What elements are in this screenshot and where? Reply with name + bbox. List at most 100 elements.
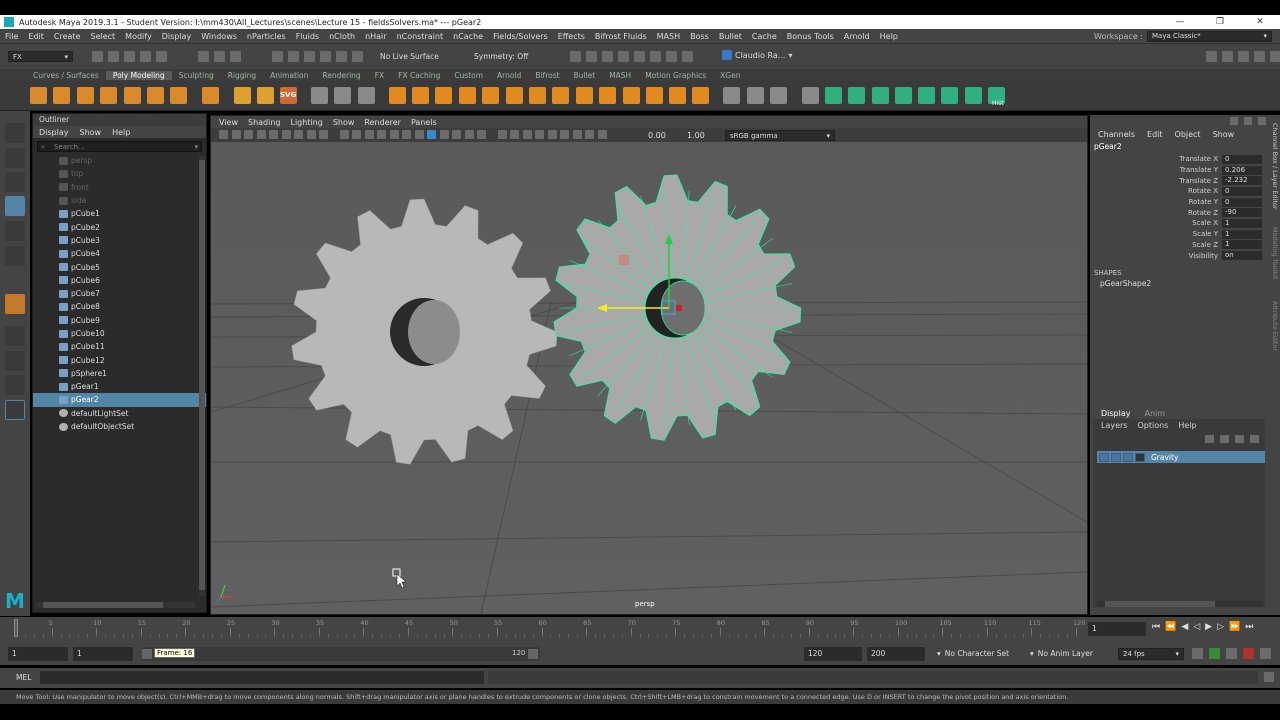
toolbar-tool-icon[interactable] xyxy=(230,51,241,62)
shelf-tab-bifrost[interactable]: Bifrost xyxy=(528,71,566,80)
live-surface-label[interactable]: No Live Surface xyxy=(380,52,439,61)
outliner-item-front[interactable]: front xyxy=(33,181,206,194)
menu-select[interactable]: Select xyxy=(85,32,120,41)
channel-menu-show[interactable]: Show xyxy=(1213,130,1235,139)
viewport-menu-renderer[interactable]: Renderer xyxy=(364,118,401,127)
playback-options-icon[interactable] xyxy=(1226,648,1237,659)
toolbar-tool-icon[interactable] xyxy=(92,51,103,62)
toolbar-tool-icon[interactable] xyxy=(124,51,135,62)
menu-modify[interactable]: Modify xyxy=(120,32,157,41)
four-pane-icon[interactable] xyxy=(5,351,25,371)
channel-row-scale-y[interactable]: Scale Y 1 xyxy=(1090,229,1270,240)
viewport-tool-icon[interactable] xyxy=(535,130,544,139)
channel-row-translate-z[interactable]: Translate Z -2.232 xyxy=(1090,175,1270,186)
channel-row-rotate-x[interactable]: Rotate X 0 xyxy=(1090,186,1270,197)
channel-menu-edit[interactable]: Edit xyxy=(1147,130,1163,139)
exposure-field[interactable]: 0.00 xyxy=(648,131,666,140)
outliner-item-pgear2[interactable]: pGear2 xyxy=(33,393,206,407)
channel-value[interactable]: 0 xyxy=(1222,197,1262,207)
outliner-item-pcube10[interactable]: pCube10 xyxy=(33,327,206,340)
outliner-item-persp[interactable]: persp xyxy=(33,154,206,167)
command-input[interactable] xyxy=(40,671,484,684)
workspace-dropdown[interactable]: Maya Classic* ▾ xyxy=(1147,30,1272,42)
shelf-tool-icon[interactable] xyxy=(646,87,663,104)
side-tab-channel-box[interactable]: Channel Box / Layer Editor xyxy=(1271,123,1279,210)
select-tool-icon[interactable] xyxy=(5,123,25,143)
layer-menu-options[interactable]: Options xyxy=(1137,421,1168,430)
channel-menu-object[interactable]: Object xyxy=(1175,130,1201,139)
side-tab-attribute-editor[interactable]: Attribute Editor xyxy=(1271,301,1279,351)
layer-color-icon[interactable] xyxy=(1135,452,1145,462)
end-time-field[interactable]: 200 xyxy=(867,647,925,661)
shelf-tool-icon[interactable] xyxy=(100,87,117,104)
shelf-tool-icon[interactable] xyxy=(358,87,375,104)
toolbar-tool-icon[interactable] xyxy=(304,51,315,62)
toolbar-tool-icon[interactable] xyxy=(1254,51,1265,62)
pin-icon[interactable] xyxy=(1230,117,1238,125)
shelf-tab-xgen[interactable]: XGen xyxy=(713,71,747,80)
menu-nhair[interactable]: nHair xyxy=(360,32,392,41)
toolbar-tool-icon[interactable] xyxy=(682,51,693,62)
shelf-tool-icon[interactable] xyxy=(692,87,709,104)
viewport-tool-icon[interactable] xyxy=(585,130,594,139)
viewport-tool-icon[interactable] xyxy=(547,130,557,139)
shelf-tool-icon[interactable] xyxy=(552,87,569,104)
viewport-menu-shading[interactable]: Shading xyxy=(248,118,281,127)
time-slider-playhead[interactable] xyxy=(14,619,18,637)
menu-nconstraint[interactable]: nConstraint xyxy=(392,32,449,41)
fps-dropdown[interactable]: 24 fps ▾ xyxy=(1118,648,1184,660)
channel-value[interactable]: on xyxy=(1222,251,1262,261)
menu-cache[interactable]: Cache xyxy=(747,32,782,41)
outliner-hscrollbar[interactable] xyxy=(35,602,195,608)
toolbar-tool-icon[interactable] xyxy=(336,51,347,62)
layer-menu-layers[interactable]: Layers xyxy=(1101,421,1127,430)
channel-value[interactable]: 0 xyxy=(1222,186,1262,196)
viewport-tool-icon[interactable] xyxy=(427,130,436,139)
outliner-item-pcube8[interactable]: pCube8 xyxy=(33,300,206,313)
menu-bonus-tools[interactable]: Bonus Tools xyxy=(782,32,839,41)
toolbar-tool-icon[interactable] xyxy=(1222,51,1233,62)
outliner-item-pcube5[interactable]: pCube5 xyxy=(33,260,206,273)
toolbar-tool-icon[interactable] xyxy=(618,51,629,62)
menu-ncloth[interactable]: nCloth xyxy=(324,32,360,41)
viewport-tool-icon[interactable] xyxy=(377,130,386,139)
3d-viewport[interactable]: persp xyxy=(211,142,1087,614)
toolbar-tool-icon[interactable] xyxy=(570,51,581,62)
toolbar-tool-icon[interactable] xyxy=(1238,51,1249,62)
viewport-tool-icon[interactable] xyxy=(497,130,507,139)
step-forward-frame-icon[interactable]: ▷ xyxy=(1217,622,1224,632)
anim-layer[interactable]: ▾ No Anim Layer xyxy=(1030,649,1093,658)
channel-value[interactable]: 0 xyxy=(1222,154,1262,164)
go-to-start-icon[interactable]: ⏮ xyxy=(1152,622,1160,632)
viewport-tool-icon[interactable] xyxy=(256,130,266,139)
viewport-tool-icon[interactable] xyxy=(510,130,519,139)
viewport-tool-icon[interactable] xyxy=(219,130,228,139)
shelf-tool-icon[interactable] xyxy=(234,87,251,104)
layer-down-icon[interactable] xyxy=(1220,435,1229,443)
toolbar-tool-icon[interactable] xyxy=(140,51,151,62)
channel-row-rotate-y[interactable]: Rotate Y 0 xyxy=(1090,197,1270,208)
outliner-item-top[interactable]: top xyxy=(33,167,206,180)
toolbar-tool-icon[interactable] xyxy=(272,51,283,62)
color-space-dropdown[interactable]: sRGB gamma ▾ xyxy=(725,130,835,141)
shelf-tool-icon[interactable] xyxy=(723,87,740,104)
outliner-item-pcube12[interactable]: pCube12 xyxy=(33,353,206,366)
menu-bifrost-fluids[interactable]: Bifrost Fluids xyxy=(590,32,652,41)
menu-arnold[interactable]: Arnold xyxy=(839,32,875,41)
layer-reference-icon[interactable] xyxy=(1123,452,1133,462)
menu-help[interactable]: Help xyxy=(875,32,903,41)
layer-up-icon[interactable] xyxy=(1205,435,1214,443)
shelf-tool-icon[interactable] xyxy=(895,87,912,104)
shelf-tool-icon[interactable] xyxy=(576,87,593,104)
viewport-menu-view[interactable]: View xyxy=(219,118,238,127)
menu-effects[interactable]: Effects xyxy=(553,32,590,41)
outliner-layout-icon[interactable] xyxy=(5,400,25,420)
shelf-tool-icon[interactable] xyxy=(459,87,476,104)
viewport-tool-icon[interactable] xyxy=(439,130,449,139)
viewport-tool-icon[interactable] xyxy=(269,130,278,139)
shelf-tool-icon[interactable] xyxy=(747,87,764,104)
shelf-tab-custom[interactable]: Custom xyxy=(447,71,490,80)
menu-fluids[interactable]: Fluids xyxy=(291,32,324,41)
shelf-tool-icon[interactable] xyxy=(147,87,164,104)
outliner-item-defaultlightset[interactable]: defaultLightSet xyxy=(33,407,206,420)
